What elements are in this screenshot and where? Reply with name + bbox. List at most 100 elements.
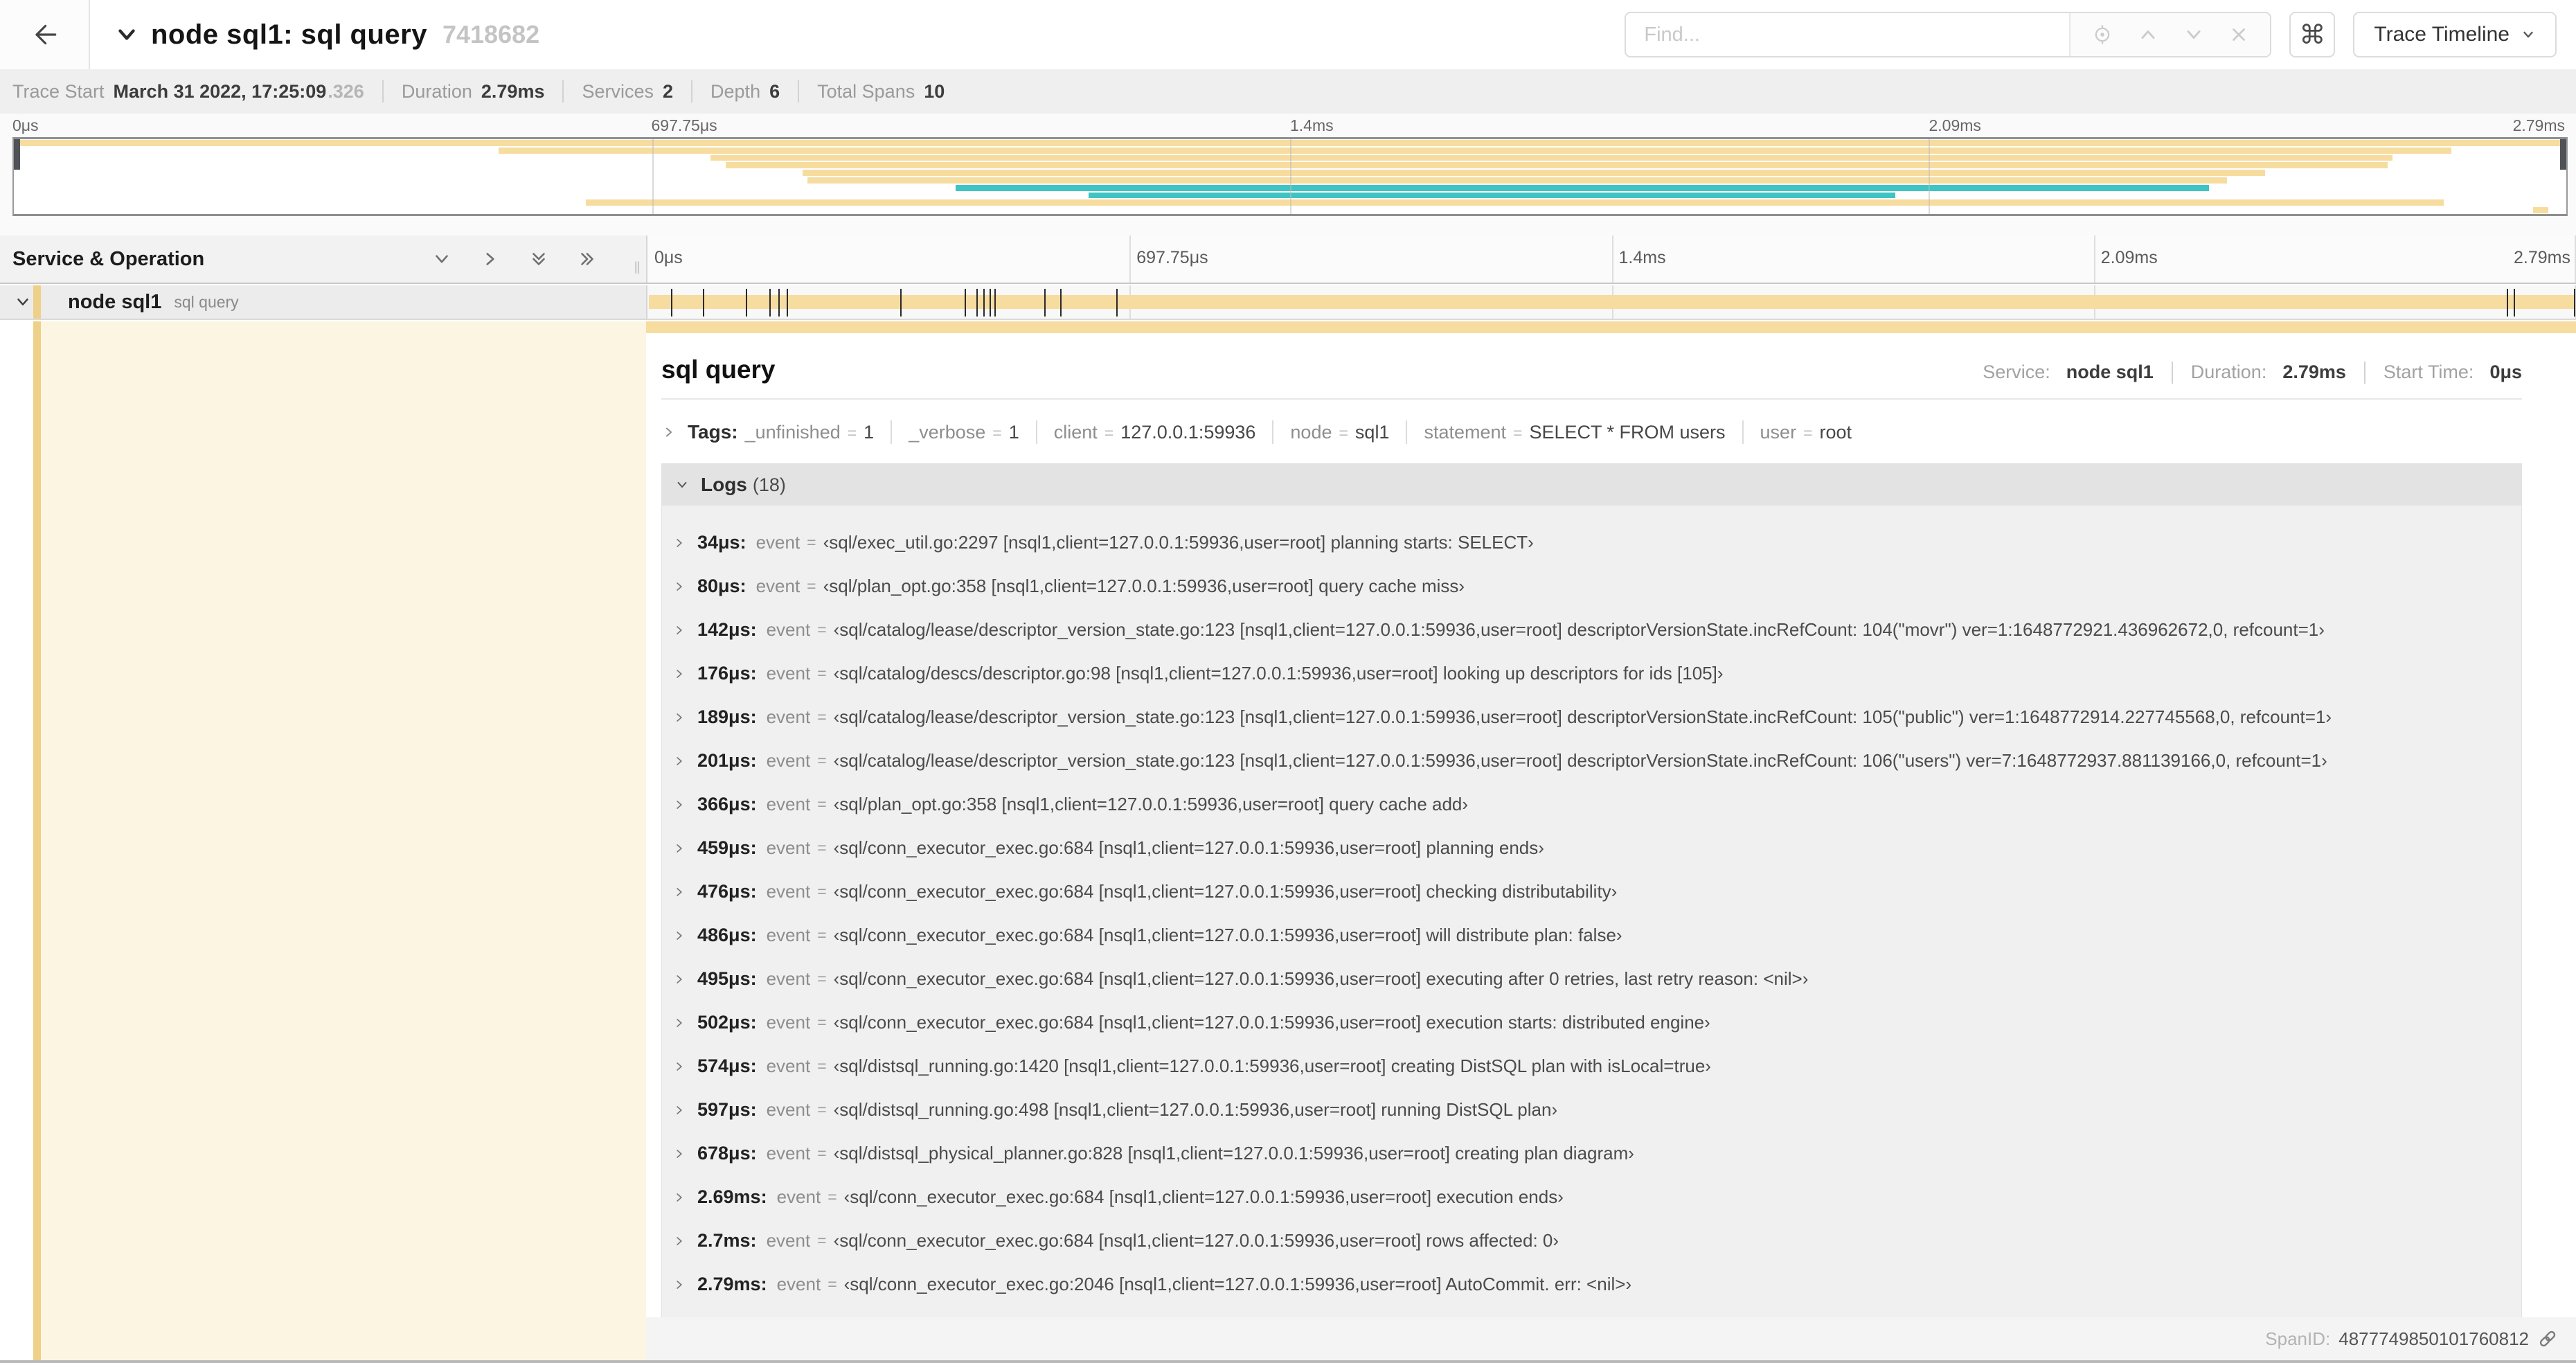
log-row[interactable]: 597μs: event = ‹sql/distsql_running.go:498 … <box>662 1088 2521 1132</box>
log-row-toggle-chevron-icon[interactable] <box>672 1060 686 1074</box>
tag-value: SELECT * FROM users <box>1529 421 1726 443</box>
trace-view-selector-button[interactable]: Trace Timeline <box>2353 12 2557 57</box>
log-field-value: ‹sql/conn_executor_exec.go:684 [nsql1,cl… <box>833 1230 1559 1251</box>
minimap-span-bar <box>710 154 2393 161</box>
trace-minimap[interactable] <box>12 137 2568 216</box>
minimap-gridline <box>652 139 654 214</box>
log-equals: = <box>807 533 816 551</box>
log-equals: = <box>817 664 827 682</box>
log-row-toggle-chevron-icon[interactable] <box>672 580 686 594</box>
expand-one-icon[interactable] <box>480 249 501 269</box>
tags-accordion[interactable]: Tags: _unfinished = 1 _verbose = 1 client = 127.… <box>661 416 2522 448</box>
tags-toggle-chevron-icon[interactable] <box>661 425 677 440</box>
summary-divider <box>382 80 384 103</box>
clear-find-icon[interactable] <box>2228 24 2249 45</box>
span-bar-cell[interactable] <box>646 285 2576 319</box>
find-tools <box>2069 13 2271 56</box>
log-row-toggle-chevron-icon[interactable] <box>672 929 686 943</box>
log-row-toggle-chevron-icon[interactable] <box>672 972 686 986</box>
log-row-toggle-chevron-icon[interactable] <box>672 1103 686 1117</box>
summary-item-value: 2.79ms <box>481 80 545 102</box>
minimap-span-bar <box>802 170 2266 176</box>
minimap-span-bar <box>726 162 2388 169</box>
log-row-toggle-chevron-icon[interactable] <box>672 798 686 812</box>
minimap-span-bar <box>499 147 2452 154</box>
trace-collapse-chevron-icon[interactable] <box>114 21 140 48</box>
minimap-tick-label: 1.4ms <box>1290 116 1334 134</box>
log-row[interactable]: 366μs: event = ‹sql/plan_opt.go:358 [nsql1,… <box>662 783 2521 826</box>
log-field-value: ‹sql/exec_util.go:2297 [nsql1,client=127… <box>823 532 1534 553</box>
log-row[interactable]: 574μs: event = ‹sql/distsql_running.go:1420… <box>662 1044 2521 1088</box>
prev-result-icon[interactable] <box>2137 24 2159 46</box>
log-row[interactable]: 486μs: event = ‹sql/conn_executor_exec.go:6… <box>662 914 2521 957</box>
log-row[interactable]: 2.69ms: event = ‹sql/conn_executor_exec.go:… <box>662 1175 2521 1219</box>
collapse-all-icon[interactable] <box>528 249 549 269</box>
log-timestamp: 189μs: <box>697 706 757 727</box>
span-link-icon[interactable] <box>2537 1328 2558 1349</box>
log-row-toggle-chevron-icon[interactable] <box>672 536 686 550</box>
log-row-toggle-chevron-icon[interactable] <box>672 1147 686 1161</box>
log-timestamp: 495μs: <box>697 968 757 989</box>
span-toggle-chevron-icon[interactable] <box>14 293 32 311</box>
log-row[interactable]: 34μs: event = ‹sql/exec_util.go:2297 [nsql1… <box>662 521 2521 564</box>
back-button[interactable] <box>0 0 90 69</box>
log-row-toggle-chevron-icon[interactable] <box>672 1278 686 1292</box>
log-timestamp: 574μs: <box>697 1055 757 1076</box>
keyboard-shortcuts-button[interactable]: ⌘ <box>2289 12 2336 57</box>
log-row-toggle-chevron-icon[interactable] <box>672 623 686 637</box>
next-result-icon[interactable] <box>2183 24 2205 46</box>
log-row[interactable]: 176μs: event = ‹sql/catalog/descs/descripto… <box>662 652 2521 695</box>
tag-divider <box>1035 420 1037 444</box>
minimap-span-bar <box>2533 207 2549 213</box>
log-row-toggle-chevron-icon[interactable] <box>672 667 686 681</box>
log-row-toggle-chevron-icon[interactable] <box>672 711 686 724</box>
log-row[interactable]: 476μs: event = ‹sql/conn_executor_exec.go:6… <box>662 870 2521 914</box>
log-timestamp: 597μs: <box>697 1099 757 1120</box>
span-row-name-cell[interactable]: node sql1 sql query <box>0 285 646 319</box>
find-bar <box>1625 12 2272 57</box>
log-timestamp: 2.7ms: <box>697 1230 757 1251</box>
log-row-toggle-chevron-icon[interactable] <box>672 754 686 768</box>
tag-item: node = sql1 <box>1290 422 1389 443</box>
log-row-toggle-chevron-icon[interactable] <box>672 1234 686 1248</box>
find-input[interactable] <box>1626 13 2070 56</box>
expand-all-icon[interactable] <box>577 249 598 269</box>
log-row[interactable]: 2.79ms: event = ‹sql/conn_executor_exec.go:… <box>662 1263 2521 1306</box>
minimap-tick-label: 697.75μs <box>651 116 717 134</box>
logs-accordion-header[interactable]: Logs (18) <box>662 464 2521 506</box>
column-resizer-handle[interactable]: ‖ <box>634 259 641 278</box>
log-row[interactable]: 201μs: event = ‹sql/catalog/lease/descripto… <box>662 739 2521 783</box>
log-row[interactable]: 495μs: event = ‹sql/conn_executor_exec.go:6… <box>662 957 2521 1001</box>
log-row[interactable]: 142μs: event = ‹sql/catalog/lease/descripto… <box>662 608 2521 652</box>
minimap-right-scrubber[interactable] <box>2560 139 2566 170</box>
summary-divider <box>562 80 564 103</box>
focus-icon[interactable] <box>2091 24 2113 46</box>
log-field-name: event <box>766 837 811 858</box>
minimap-tick-label: 2.09ms <box>1929 116 1981 134</box>
log-row-toggle-chevron-icon[interactable] <box>672 1191 686 1204</box>
log-row[interactable]: 459μs: event = ‹sql/conn_executor_exec.go:6… <box>662 826 2521 870</box>
command-icon: ⌘ <box>2299 19 2326 50</box>
log-row[interactable]: 80μs: event = ‹sql/plan_opt.go:358 [nsql1,c… <box>662 564 2521 608</box>
span-row[interactable]: node sql1 sql query <box>0 285 2576 320</box>
log-row-toggle-chevron-icon[interactable] <box>672 841 686 855</box>
log-row[interactable]: 678μs: event = ‹sql/distsql_physical_planne… <box>662 1132 2521 1175</box>
log-row[interactable]: 189μs: event = ‹sql/catalog/lease/descripto… <box>662 695 2521 739</box>
log-timestamp: 678μs: <box>697 1143 757 1164</box>
minimap-left-scrubber[interactable] <box>14 139 20 170</box>
log-row[interactable]: 502μs: event = ‹sql/conn_executor_exec.go:6… <box>662 1001 2521 1044</box>
log-row[interactable]: 2.7ms: event = ‹sql/conn_executor_exec.go:6… <box>662 1219 2521 1263</box>
minimap-tick-label: 2.79ms <box>2512 116 2565 134</box>
collapse-one-icon[interactable] <box>431 249 452 269</box>
ruler-tick-label: 1.4ms <box>1618 248 1666 267</box>
log-row-toggle-chevron-icon[interactable] <box>672 885 686 899</box>
logs-toggle-chevron-icon[interactable] <box>674 477 690 492</box>
span-duration-bar[interactable] <box>649 295 2574 309</box>
span-id-bar: SpanID: 4877749850101760812 <box>646 1317 2576 1360</box>
service-operation-header: Service & Operation ‖ <box>0 235 646 283</box>
log-field-value: ‹sql/conn_executor_exec.go:684 [nsql1,cl… <box>833 968 1809 989</box>
log-row-toggle-chevron-icon[interactable] <box>672 1016 686 1030</box>
log-equals: = <box>828 1188 837 1206</box>
log-field-value: ‹sql/distsql_running.go:498 [nsql1,clien… <box>833 1099 1558 1120</box>
summary-divider <box>691 80 693 103</box>
